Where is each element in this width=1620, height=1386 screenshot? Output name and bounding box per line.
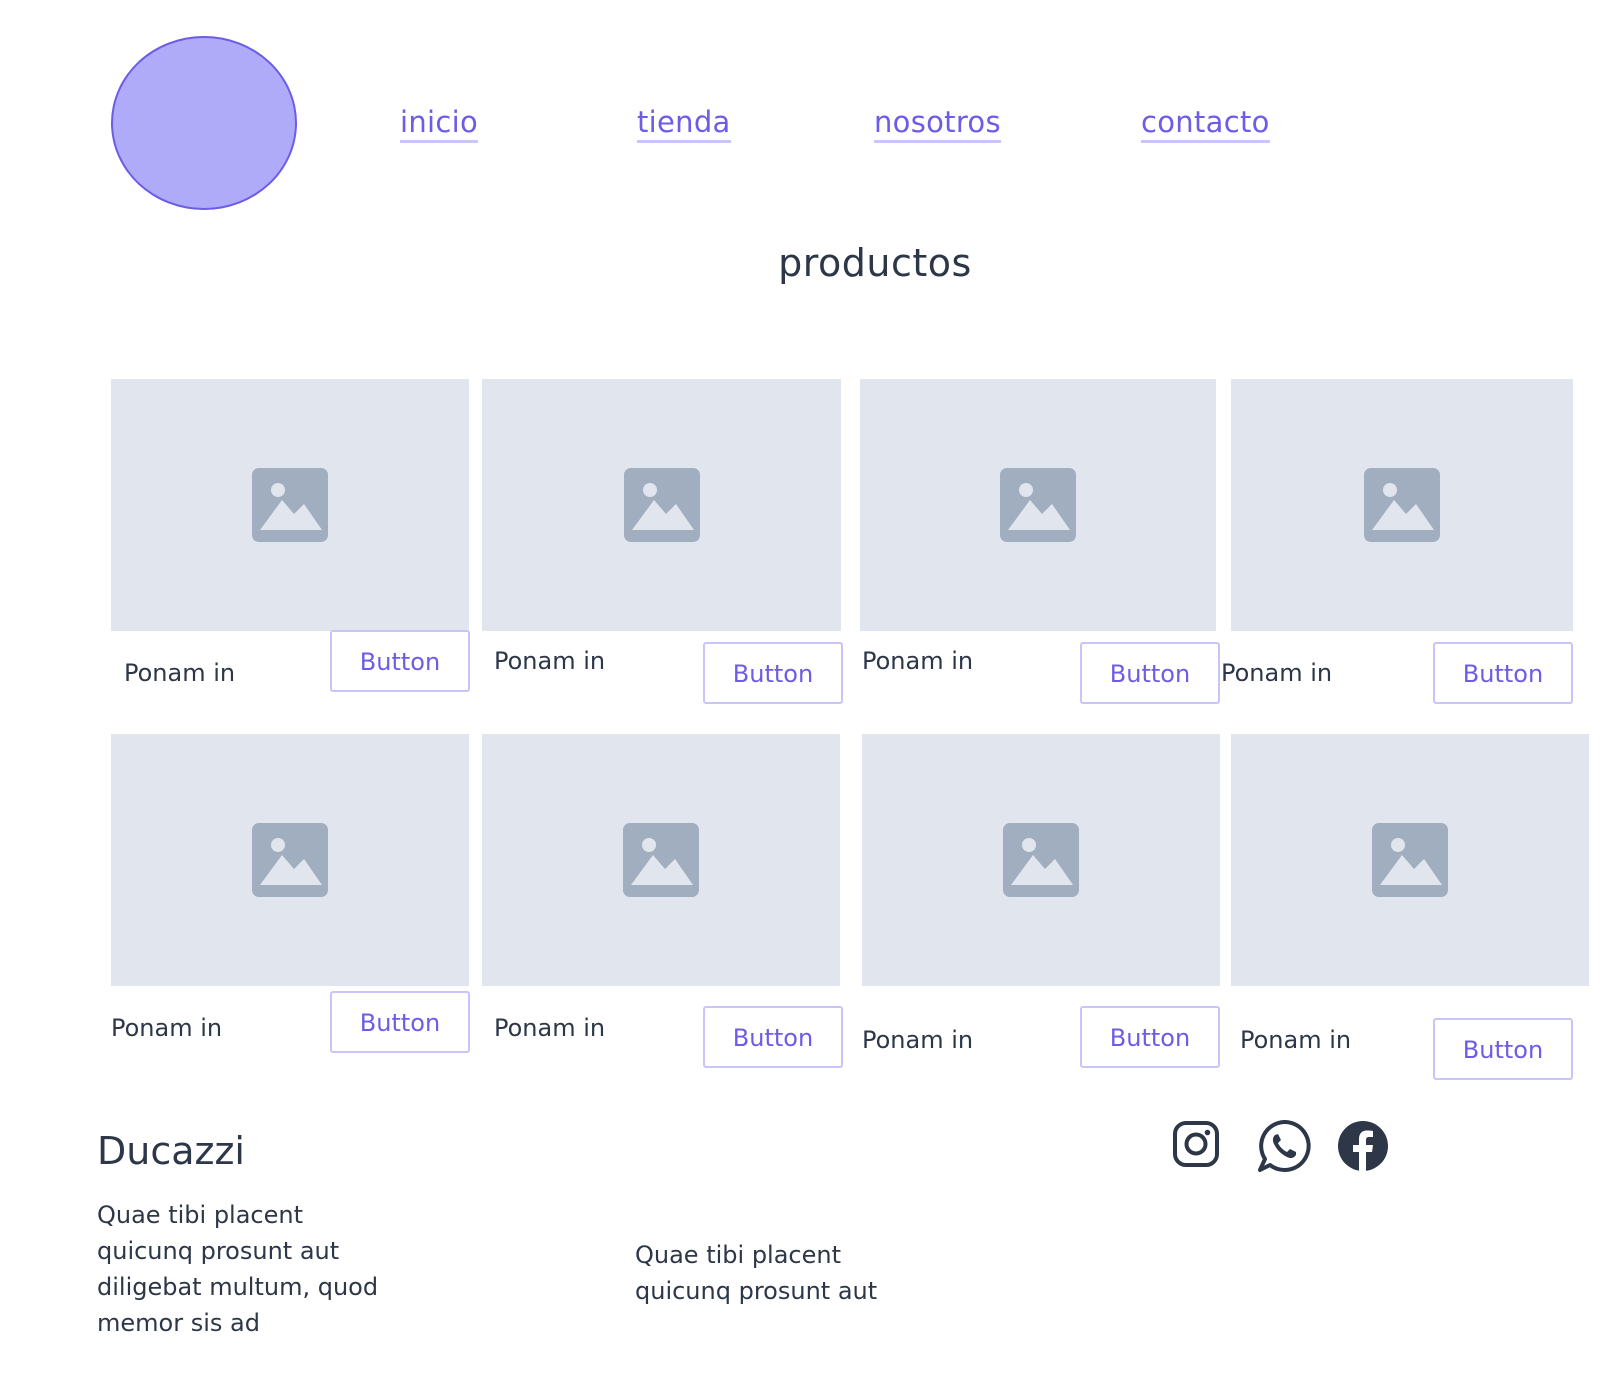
footer-text-left: Quae tibi placent quicunq prosunt aut di… [97, 1201, 379, 1337]
product-image [1231, 379, 1573, 631]
whatsapp-icon[interactable] [1256, 1118, 1312, 1174]
instagram-icon[interactable] [1172, 1120, 1220, 1168]
image-placeholder-icon [1003, 823, 1079, 897]
product-name: Ponam in [1240, 1026, 1352, 1054]
product-button[interactable]: Button [1433, 1018, 1573, 1080]
product-image [1231, 734, 1589, 986]
footer-text-right: Quae tibi placent quicunq prosunt aut [635, 1241, 878, 1305]
image-placeholder-icon [623, 468, 700, 542]
product-name: Ponam in [494, 1014, 606, 1042]
product-image [111, 734, 469, 986]
product-name: Ponam in [862, 647, 974, 675]
product-name: Ponam in [111, 1014, 223, 1042]
product-image [862, 734, 1220, 986]
product-name: Ponam in [494, 647, 606, 675]
nav-link-contacto[interactable]: contacto [1141, 104, 1270, 143]
product-image [482, 379, 841, 631]
footer-brand: Ducazzi [97, 1129, 245, 1173]
nav-link-nosotros[interactable]: nosotros [874, 104, 1001, 143]
product-name: Ponam in [124, 659, 236, 687]
product-name: Ponam in [862, 1026, 974, 1054]
product-button[interactable]: Button [1080, 642, 1220, 704]
nav-link-inicio[interactable]: inicio [400, 104, 479, 143]
image-placeholder-icon [1372, 823, 1448, 897]
product-name: Ponam in [1221, 659, 1333, 687]
product-button[interactable]: Button [703, 1006, 843, 1068]
product-button[interactable]: Button [1080, 1006, 1220, 1068]
facebook-icon[interactable] [1337, 1120, 1389, 1172]
product-image [111, 379, 469, 631]
image-placeholder-icon [252, 823, 328, 897]
nav-link-tienda[interactable]: tienda [637, 104, 731, 143]
image-placeholder-icon [1000, 468, 1076, 542]
product-button[interactable]: Button [703, 642, 843, 704]
product-button[interactable]: Button [330, 991, 470, 1053]
image-placeholder-icon [623, 823, 699, 897]
logo-circle[interactable] [111, 36, 297, 210]
product-button[interactable]: Button [1433, 642, 1573, 704]
product-image [482, 734, 840, 986]
image-placeholder-icon [1364, 468, 1440, 542]
page-title: productos [778, 241, 972, 285]
image-placeholder-icon [252, 468, 328, 542]
product-image [860, 379, 1216, 631]
product-button[interactable]: Button [330, 630, 470, 692]
